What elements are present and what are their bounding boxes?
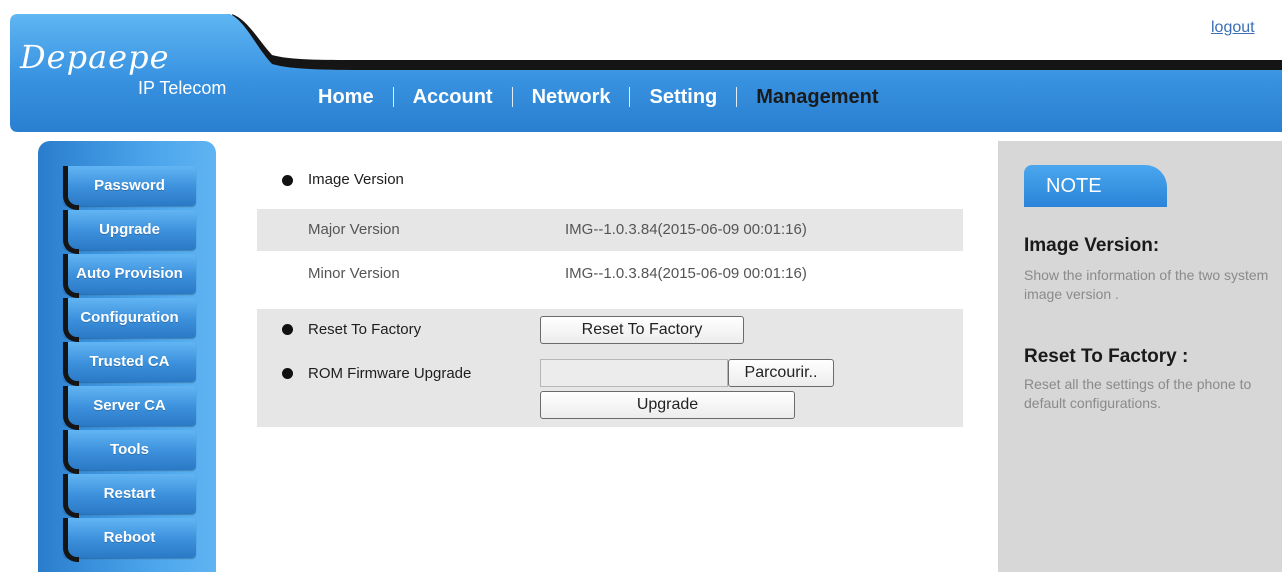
- bullet-icon: [282, 175, 293, 186]
- major-version-row: Major Version IMG--1.0.3.84(2015-06-09 0…: [257, 209, 963, 251]
- note-tab-label: NOTE: [1046, 175, 1102, 197]
- major-version-value: IMG--1.0.3.84(2015-06-09 00:01:16): [565, 221, 807, 238]
- nav-separator: [511, 87, 513, 107]
- nav-account[interactable]: Account: [413, 86, 493, 109]
- note-panel: NOTE Image Version: Show the information…: [998, 141, 1282, 572]
- nav-separator: [392, 87, 394, 107]
- sidebar-item-label: Reboot: [103, 529, 156, 546]
- sidebar-item-tools[interactable]: Tools: [63, 430, 196, 474]
- minor-version-value: IMG--1.0.3.84(2015-06-09 00:01:16): [565, 265, 807, 282]
- nav-network[interactable]: Network: [532, 86, 611, 109]
- sidebar-item-password[interactable]: Password: [63, 166, 196, 210]
- top-nav: Home Account Network Setting Management: [318, 84, 879, 110]
- sidebar-item-label: Auto Provision: [76, 265, 183, 282]
- image-version-title: Image Version: [308, 171, 404, 188]
- sidebar-item-label: Upgrade: [99, 221, 160, 238]
- sidebar-item-restart[interactable]: Restart: [63, 474, 196, 518]
- nav-separator: [736, 87, 738, 107]
- nav-management[interactable]: Management: [756, 86, 878, 109]
- minor-version-label: Minor Version: [308, 265, 400, 282]
- sidebar-item-reboot[interactable]: Reboot: [63, 518, 196, 562]
- note-tab: NOTE: [1024, 165, 1167, 207]
- sidebar-item-label: Trusted CA: [89, 353, 170, 370]
- header: Depaepe IP Telecom logout Home Account N…: [0, 0, 1282, 140]
- nav-separator: [629, 87, 631, 107]
- sidebar-item-upgrade[interactable]: Upgrade: [63, 210, 196, 254]
- reset-to-factory-button[interactable]: Reset To Factory: [540, 316, 744, 344]
- bullet-icon: [282, 324, 293, 335]
- upgrade-button[interactable]: Upgrade: [540, 391, 795, 419]
- sidebar-item-configuration[interactable]: Configuration: [63, 298, 196, 342]
- brand-logo-subtitle: IP Telecom: [138, 78, 227, 98]
- sidebar-item-trusted-ca[interactable]: Trusted CA: [63, 342, 196, 386]
- reset-factory-title: Reset To Factory: [308, 321, 422, 338]
- sidebar-item-label: Tools: [110, 441, 149, 458]
- brand-logo-script: Depaepe: [20, 38, 170, 76]
- major-version-label: Major Version: [308, 221, 400, 238]
- sidebar-item-label: Configuration: [80, 309, 179, 326]
- rom-upgrade-title: ROM Firmware Upgrade: [308, 365, 472, 382]
- sidebar-item-label: Password: [94, 177, 165, 194]
- image-version-section: Image Version: [257, 160, 963, 202]
- note-text-reset-factory: Reset all the settings of the phone to d…: [1024, 376, 1252, 411]
- sidebar-item-server-ca[interactable]: Server CA: [63, 386, 196, 430]
- firmware-file-input[interactable]: [540, 359, 728, 387]
- brand-logo: Depaepe IP Telecom: [20, 38, 260, 98]
- nav-home[interactable]: Home: [318, 86, 374, 109]
- sidebar-item-label: Server CA: [93, 397, 166, 414]
- sidebar-item-label: Restart: [103, 485, 156, 502]
- note-heading-reset-factory: Reset To Factory :: [1024, 346, 1189, 367]
- nav-setting[interactable]: Setting: [649, 86, 717, 109]
- browse-button[interactable]: Parcourir..: [728, 359, 834, 387]
- minor-version-row: Minor Version IMG--1.0.3.84(2015-06-09 0…: [257, 253, 963, 295]
- bullet-icon: [282, 368, 293, 379]
- logout-link[interactable]: logout: [1211, 19, 1255, 37]
- sidebar-item-auto-provision[interactable]: Auto Provision: [63, 254, 196, 298]
- note-heading-image-version: Image Version:: [1024, 235, 1160, 256]
- note-text-image-version: Show the information of the two system i…: [1024, 267, 1269, 302]
- sidebar: Password Upgrade Auto Provision Configur…: [38, 141, 216, 572]
- main-content: Image Version Major Version IMG--1.0.3.8…: [222, 141, 998, 572]
